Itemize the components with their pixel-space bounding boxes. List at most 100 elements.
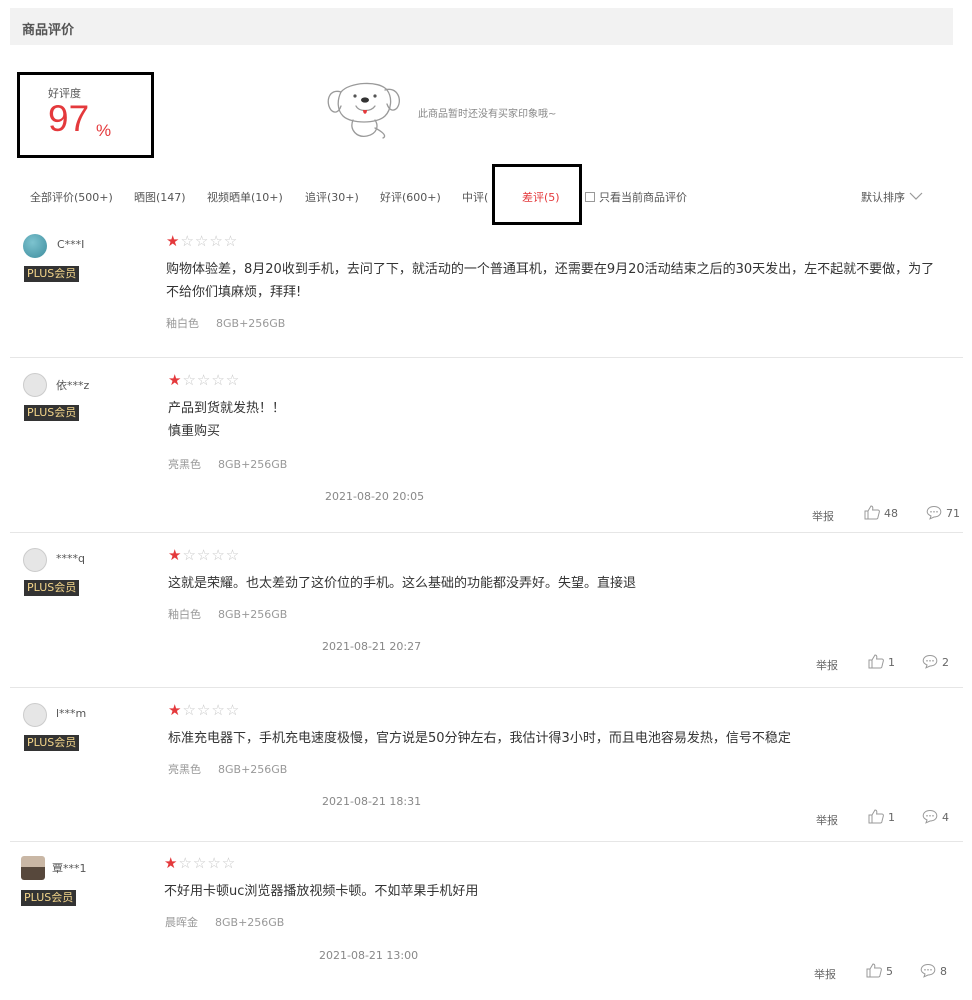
plus-member-badge: PLUS会员 (24, 580, 80, 596)
only-current-checkbox[interactable] (585, 192, 595, 202)
username: C***I (57, 238, 85, 251)
report-link[interactable]: 举报 (816, 657, 838, 673)
reply-button[interactable]: 2 (922, 654, 949, 669)
like-button[interactable]: 5 (866, 963, 893, 978)
review-content: 产品到货就发热！！ 慎重购买 (168, 401, 286, 439)
review-divider (10, 357, 963, 358)
tab-followup[interactable]: 追评(30+) (305, 189, 359, 205)
like-count: 1 (888, 811, 895, 824)
thumbs-up-icon (868, 654, 884, 669)
review-date: 2021-08-21 13:00 (319, 949, 419, 962)
variant-color: 釉白色 (166, 317, 199, 330)
like-count: 5 (886, 965, 893, 978)
mascot-dog-icon (327, 82, 400, 139)
plus-member-badge: PLUS会员 (24, 735, 80, 751)
review-content: 标准充电器下，手机充电速度极慢，官方说是50分钟左右，我估计得3小时，而且电池容… (168, 731, 791, 746)
product-variant: 晨晖金 8GB+256GB (165, 914, 284, 930)
only-current-label: 只看当前商品评价 (599, 191, 687, 204)
review-divider (10, 532, 963, 533)
reply-button[interactable]: 71 (926, 505, 960, 520)
reply-count: 71 (946, 507, 960, 520)
like-count: 1 (888, 656, 895, 669)
variant-spec: 8GB+256GB (215, 916, 285, 929)
like-count: 48 (884, 507, 898, 520)
thumbs-up-icon (864, 505, 880, 520)
variant-color: 亮黑色 (168, 458, 201, 471)
review-content: 这就是荣耀。也太差劲了这价位的手机。这么基础的功能都没弄好。失望。直接退 (168, 576, 637, 591)
star-filled-icon: ★ (168, 371, 183, 389)
like-button[interactable]: 1 (868, 654, 895, 669)
reply-button[interactable]: 4 (922, 809, 949, 824)
avatar[interactable] (23, 548, 47, 572)
star-rating: ★☆☆☆☆ (168, 548, 240, 563)
report-link[interactable]: 举报 (812, 508, 834, 524)
plus-member-badge: PLUS会员 (24, 405, 80, 421)
variant-color: 晨晖金 (165, 916, 198, 929)
tab-photos[interactable]: 晒图(147) (134, 189, 186, 205)
variant-spec: 8GB+256GB (218, 458, 288, 471)
username: l***m (56, 707, 87, 720)
reply-count: 2 (942, 656, 949, 669)
variant-spec: 8GB+256GB (216, 317, 286, 330)
avatar[interactable] (23, 234, 47, 258)
review-divider (10, 687, 963, 688)
product-variant: 釉白色 8GB+256GB (168, 606, 287, 622)
thumbs-up-icon (868, 809, 884, 824)
star-rating: ★☆☆☆☆ (164, 856, 236, 871)
plus-member-badge: PLUS会员 (21, 890, 77, 906)
star-filled-icon: ★ (168, 701, 183, 719)
star-empty-icon: ☆☆☆☆ (182, 371, 241, 389)
sort-label: 默认排序 (861, 191, 905, 204)
variant-color: 亮黑色 (168, 763, 201, 776)
tab-videos[interactable]: 视频晒单(10+) (207, 189, 283, 205)
avatar[interactable] (23, 373, 47, 397)
avatar[interactable] (21, 856, 45, 880)
star-filled-icon: ★ (168, 546, 183, 564)
product-variant: 亮黑色 8GB+256GB (168, 761, 287, 777)
tab-all[interactable]: 全部评价(500+) (30, 189, 113, 205)
thumbs-up-icon (866, 963, 882, 978)
review-content: 购物体验差，8月20收到手机，去问了下，就活动的一个普通耳机，还需要在9月20活… (166, 262, 935, 300)
report-link[interactable]: 举报 (814, 966, 836, 982)
review-date: 2021-08-21 18:31 (322, 795, 422, 808)
plus-member-badge: PLUS会员 (24, 266, 80, 282)
like-button[interactable]: 48 (864, 505, 898, 520)
avatar[interactable] (23, 703, 47, 727)
reply-count: 4 (942, 811, 949, 824)
rating-value: 97 (48, 98, 90, 139)
no-impression-text: 此商品暂时还没有买家印象哦~ (418, 109, 557, 120)
star-rating: ★☆☆☆☆ (166, 234, 238, 249)
like-button[interactable]: 1 (868, 809, 895, 824)
star-empty-icon: ☆☆☆☆ (178, 854, 237, 872)
comment-icon (920, 963, 936, 978)
report-link[interactable]: 举报 (816, 812, 838, 828)
section-title: 商品评价 (22, 23, 75, 38)
review-date: 2021-08-21 20:27 (322, 640, 422, 653)
username: ****q (56, 552, 85, 565)
review-content: 不好用卡顿uc浏览器播放视频卡顿。不如苹果手机好用 (164, 884, 479, 899)
variant-spec: 8GB+256GB (218, 763, 288, 776)
rating-unit: % (96, 121, 112, 140)
star-filled-icon: ★ (166, 232, 181, 250)
star-empty-icon: ☆☆☆☆ (182, 546, 241, 564)
tab-positive[interactable]: 好评(600+) (380, 189, 441, 205)
star-filled-icon: ★ (164, 854, 179, 872)
review-divider (10, 841, 963, 842)
review-date: 2021-08-20 20:05 (325, 490, 425, 503)
reply-button[interactable]: 8 (920, 963, 947, 978)
star-rating: ★☆☆☆☆ (168, 373, 240, 388)
only-current-filter[interactable]: 只看当前商品评价 (585, 189, 687, 205)
tab-neutral[interactable]: 中评( (462, 189, 488, 205)
star-rating: ★☆☆☆☆ (168, 703, 240, 718)
product-variant: 亮黑色 8GB+256GB (168, 456, 287, 472)
comment-icon (926, 505, 942, 520)
variant-spec: 8GB+256GB (218, 608, 288, 621)
negative-tab-highlight-box (492, 164, 582, 225)
section-header (10, 8, 953, 45)
variant-color: 釉白色 (168, 608, 201, 621)
comment-icon (922, 809, 938, 824)
comment-icon (922, 654, 938, 669)
sort-dropdown[interactable]: 默认排序 (861, 189, 923, 205)
product-variant: 釉白色 8GB+256GB (166, 315, 285, 331)
username: 覃***1 (52, 862, 87, 875)
